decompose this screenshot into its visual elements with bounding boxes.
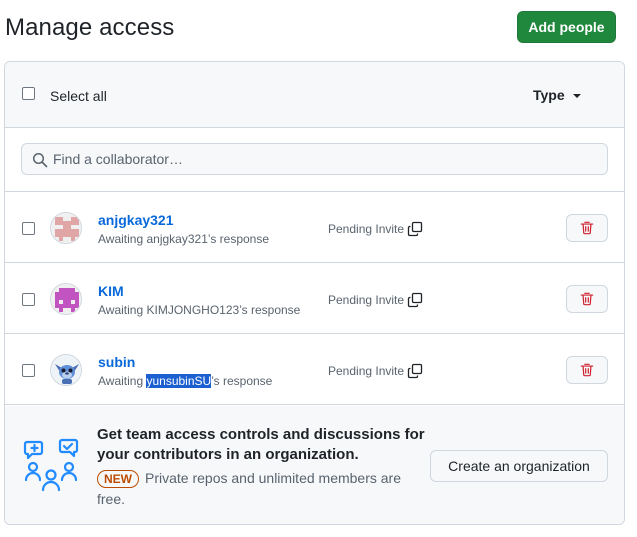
new-badge: NEW <box>97 470 139 488</box>
create-organization-button[interactable]: Create an organization <box>430 450 608 482</box>
collaborator-row: anjgkay321 Awaiting anjgkay321’s respons… <box>5 192 624 263</box>
status-suffix: ’s response <box>239 303 301 317</box>
promo-description-text: Private repos and unlimited members are … <box>97 470 402 507</box>
select-all-label: Select all <box>50 88 107 104</box>
pending-invite: Pending Invite <box>328 363 423 379</box>
identicon-avatar-image <box>51 284 81 314</box>
trash-icon <box>580 363 594 377</box>
row-checkbox[interactable] <box>22 222 35 235</box>
search-area <box>5 128 624 192</box>
avatar <box>50 212 82 244</box>
search-box[interactable] <box>21 143 608 175</box>
type-filter-dropdown[interactable]: Type <box>533 87 581 103</box>
invite-status-text: Awaiting anjgkay321’s response <box>98 232 269 246</box>
row-checkbox[interactable] <box>22 364 35 377</box>
pending-invite-label: Pending Invite <box>328 222 405 236</box>
organization-promo: Get team access controls and discussions… <box>5 406 624 524</box>
pending-invite-label: Pending Invite <box>328 293 405 307</box>
pending-invite: Pending Invite <box>328 292 423 308</box>
remove-collaborator-button[interactable] <box>566 214 608 242</box>
character-avatar-image <box>51 355 81 385</box>
select-all-checkbox[interactable] <box>22 87 35 100</box>
pending-invite-label: Pending Invite <box>328 364 405 378</box>
trash-icon <box>580 292 594 306</box>
copy-icon[interactable] <box>407 363 423 379</box>
pending-invite: Pending Invite <box>328 221 423 237</box>
type-filter-label: Type <box>533 87 565 103</box>
team-discussion-illustration-icon <box>23 438 79 492</box>
status-username: KIMJONGHO123 <box>146 303 240 317</box>
collaborator-name-link[interactable]: subin <box>98 354 135 370</box>
avatar <box>50 283 82 315</box>
collaborator-row: KIM Awaiting KIMJONGHO123’s response Pen… <box>5 263 624 334</box>
collaborator-name-link[interactable]: anjgkay321 <box>98 212 174 228</box>
add-people-button[interactable]: Add people <box>517 11 616 43</box>
collaborator-name-link[interactable]: KIM <box>98 283 124 299</box>
status-prefix: Awaiting <box>98 232 147 246</box>
promo-title: Get team access controls and discussions… <box>97 426 425 463</box>
caret-down-icon <box>572 94 581 98</box>
status-prefix: Awaiting <box>98 303 147 317</box>
copy-icon[interactable] <box>407 221 423 237</box>
status-prefix: Awaiting <box>98 374 147 388</box>
status-username: anjgkay321 <box>146 232 208 246</box>
trash-icon <box>580 221 594 235</box>
search-input[interactable] <box>53 144 593 174</box>
status-suffix: ’s response <box>207 232 270 246</box>
invite-status-text: Awaiting KIMJONGHO123’s response <box>98 303 300 317</box>
page-title: Manage access <box>5 14 175 41</box>
avatar <box>50 354 82 386</box>
promo-description: NEW Private repos and unlimited members a… <box>97 468 417 510</box>
collaborator-row: subin Awaiting yunsubinSU’s response Pen… <box>5 334 624 405</box>
search-icon <box>32 152 48 168</box>
copy-icon[interactable] <box>407 292 423 308</box>
status-username-selected: yunsubinSU <box>146 374 212 388</box>
invite-status-text: Awaiting yunsubinSU’s response <box>98 374 272 388</box>
identicon-avatar-image <box>51 213 81 243</box>
row-checkbox[interactable] <box>22 293 35 306</box>
remove-collaborator-button[interactable] <box>566 285 608 313</box>
status-suffix: ’s response <box>211 374 273 388</box>
collaborators-panel: Select all Type Find a collaborator… anj… <box>4 61 625 525</box>
list-header: Select all Type <box>5 62 624 128</box>
remove-collaborator-button[interactable] <box>566 356 608 384</box>
